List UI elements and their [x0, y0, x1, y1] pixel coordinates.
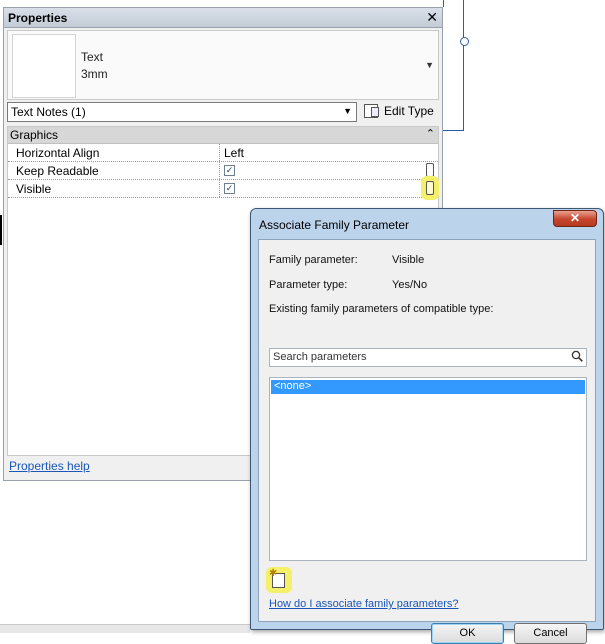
instance-filter-dropdown[interactable]: Text Notes (1) ▼: [7, 102, 357, 122]
canvas-line-h1: [443, 130, 464, 131]
canvas-line-left: [0, 215, 2, 245]
search-icon[interactable]: [571, 350, 583, 362]
edit-type-label: Edit Type: [384, 104, 434, 118]
visible-checkbox[interactable]: ✓: [224, 183, 235, 194]
ok-button[interactable]: OK: [431, 623, 504, 644]
parameter-type-label: Parameter type:: [269, 279, 348, 291]
keep-readable-checkbox[interactable]: ✓: [224, 165, 235, 176]
property-value[interactable]: Left: [224, 146, 244, 160]
associate-help-link[interactable]: How do I associate family parameters?: [269, 598, 459, 610]
canvas-line-v1: [443, 0, 444, 7]
column-divider: [219, 180, 221, 197]
new-parameter-button[interactable]: ✱: [266, 567, 292, 593]
collapse-icon[interactable]: ⌃: [426, 127, 435, 140]
property-name: Horizontal Align: [16, 146, 100, 160]
type-thumbnail: [12, 34, 76, 98]
group-label: Graphics: [10, 128, 59, 142]
list-item[interactable]: <none>: [271, 380, 585, 394]
property-row-visible[interactable]: Visible ✓: [8, 180, 438, 198]
sparkle-icon: ✱: [269, 568, 278, 579]
close-icon[interactable]: ✕: [426, 9, 438, 26]
group-header-graphics[interactable]: Graphics ⌃: [8, 127, 438, 144]
family-parameter-value: Visible: [392, 254, 425, 266]
column-divider: [219, 144, 221, 161]
column-divider: [219, 162, 221, 179]
family-parameter-label: Family parameter:: [269, 254, 358, 266]
existing-parameters-label: Existing family parameters of compatible…: [269, 303, 494, 315]
instance-filter-value: Text Notes (1): [11, 105, 86, 119]
property-name: Keep Readable: [16, 164, 99, 178]
associate-family-parameter-dialog: Associate Family Parameter ✕ Family para…: [250, 208, 604, 644]
property-row-horizontal-align[interactable]: Horizontal Align Left: [8, 144, 438, 162]
canvas-grip[interactable]: [460, 37, 469, 46]
canvas-line-v2: [463, 0, 464, 130]
type-family-label: Text: [81, 50, 104, 64]
list-item-label: <none>: [274, 380, 312, 392]
edit-type-button[interactable]: Edit Type: [362, 102, 438, 122]
properties-help-link[interactable]: Properties help: [9, 459, 90, 473]
type-selector[interactable]: Text 3mm ▼: [7, 30, 439, 100]
properties-title-bar: Properties ✕: [4, 8, 442, 28]
properties-title: Properties: [8, 11, 68, 25]
chevron-down-icon[interactable]: ▼: [425, 60, 434, 70]
parameter-type-value: Yes/No: [392, 279, 428, 291]
associate-parameter-button[interactable]: [426, 163, 434, 177]
associate-parameter-button[interactable]: [426, 181, 434, 195]
parameters-list[interactable]: <none>: [269, 377, 587, 561]
dialog-body: Family parameter: Visible Parameter type…: [258, 239, 596, 644]
close-icon[interactable]: ✕: [553, 210, 597, 227]
edit-type-icon: [364, 104, 379, 118]
search-parameters-input[interactable]: Search parameters: [269, 348, 587, 367]
search-placeholder: Search parameters: [273, 351, 367, 363]
cancel-button[interactable]: Cancel: [514, 623, 587, 644]
dialog-title: Associate Family Parameter: [259, 218, 410, 232]
property-name: Visible: [16, 182, 52, 196]
chevron-down-icon[interactable]: ▼: [343, 106, 352, 116]
type-size-label: 3mm: [81, 67, 108, 81]
property-row-keep-readable[interactable]: Keep Readable ✓: [8, 162, 438, 180]
